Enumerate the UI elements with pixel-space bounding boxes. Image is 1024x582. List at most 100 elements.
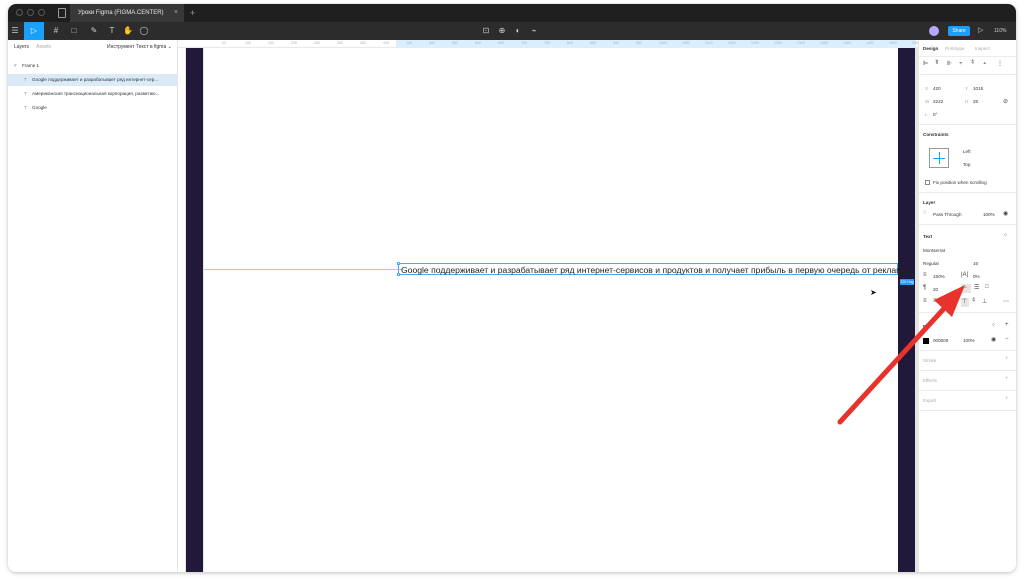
constraints-widget[interactable] bbox=[929, 148, 949, 168]
ruler-tick: 950 bbox=[636, 41, 642, 45]
align-top-icon[interactable]: ⫟ bbox=[959, 60, 963, 67]
layer-text-selected[interactable]: T Google поддерживает и разрабатывает ряд… bbox=[8, 74, 178, 86]
vertical-align-middle-icon[interactable]: ⫩ bbox=[972, 298, 975, 305]
tab-prototype[interactable]: Prototype bbox=[945, 46, 965, 51]
boolean-icon[interactable]: ⊕ bbox=[496, 22, 508, 40]
constraint-vertical[interactable]: Top bbox=[963, 162, 970, 167]
ruler-tick: 1250 bbox=[774, 41, 782, 45]
remove-fill-icon[interactable]: − bbox=[1005, 336, 1009, 342]
distribute-icon[interactable]: ⋮ bbox=[997, 60, 1003, 67]
divider bbox=[919, 56, 1016, 57]
vertical-align-bottom-icon[interactable]: ⊥ bbox=[982, 298, 987, 305]
menu-icon[interactable]: ☰ bbox=[8, 22, 22, 40]
layer-name: Американская транснациональная корпораци… bbox=[32, 91, 160, 96]
selected-text-layer[interactable]: Google поддерживает и разрабатывает ряд … bbox=[397, 262, 911, 276]
text-content[interactable]: Google поддерживает и разрабатывает ряд … bbox=[401, 264, 911, 276]
page-selector[interactable]: Инструмент Текст в figma ⌄ bbox=[107, 44, 172, 50]
window-maximize-dot[interactable] bbox=[38, 9, 45, 16]
fill-styles-icon[interactable]: ⁘ bbox=[991, 322, 996, 329]
add-effect-icon[interactable]: + bbox=[1005, 376, 1009, 382]
tab-file[interactable]: Уроки Figma (FIGMA.CENTER) × bbox=[70, 4, 184, 22]
share-button[interactable]: Share bbox=[948, 26, 970, 36]
frame-1[interactable] bbox=[204, 48, 898, 572]
tab-design[interactable]: Design bbox=[923, 46, 938, 51]
mask-icon[interactable]: ◐ bbox=[512, 22, 524, 40]
window-close-dot[interactable] bbox=[16, 9, 23, 16]
link-icon[interactable]: ⌁ bbox=[528, 22, 540, 40]
comment-tool-icon[interactable]: ◯ bbox=[138, 22, 150, 40]
component-icon[interactable]: ⊡ bbox=[480, 22, 492, 40]
layer-frame[interactable]: # Frame 1 bbox=[8, 60, 178, 72]
layer-text[interactable]: T Google bbox=[8, 102, 178, 114]
vertical-align-top-icon[interactable]: ⊤ bbox=[962, 298, 967, 305]
font-family-select[interactable]: Montserrat bbox=[923, 248, 945, 253]
add-fill-icon[interactable]: + bbox=[1005, 322, 1009, 328]
letter-spacing-field[interactable]: 0% bbox=[973, 274, 980, 279]
add-stroke-icon[interactable]: + bbox=[1005, 356, 1009, 362]
eye-icon[interactable]: ◉ bbox=[1003, 210, 1008, 217]
avatar[interactable] bbox=[929, 26, 939, 36]
auto-width-icon[interactable]: ↔ bbox=[962, 284, 968, 290]
paragraph-spacing-field[interactable]: 20 bbox=[933, 287, 938, 292]
tab-layers[interactable]: Layers bbox=[14, 44, 29, 50]
align-left-icon[interactable]: ⊫ bbox=[923, 60, 928, 67]
fill-opacity-field[interactable]: 100% bbox=[963, 338, 975, 343]
hand-tool-icon[interactable]: ✋ bbox=[122, 22, 134, 40]
fixed-size-icon[interactable]: □ bbox=[985, 284, 989, 290]
present-icon[interactable]: ▷ bbox=[978, 22, 983, 40]
fix-position-label: Fix position when scrolling bbox=[933, 180, 987, 185]
fill-hex-field[interactable]: 000000 bbox=[933, 338, 948, 343]
text-align-right-icon[interactable]: ≡ bbox=[943, 298, 947, 304]
pen-tool-icon[interactable]: ✎ bbox=[86, 22, 102, 40]
y-field[interactable]: 1015 bbox=[973, 86, 983, 91]
resize-handle[interactable] bbox=[397, 262, 400, 265]
add-export-icon[interactable]: + bbox=[1005, 396, 1009, 402]
ruler-tick: 420 bbox=[406, 41, 412, 45]
font-weight-select[interactable]: Regular bbox=[923, 261, 939, 266]
constrain-proportions-icon[interactable]: ⊘ bbox=[1003, 98, 1008, 105]
tab-assets[interactable]: Assets bbox=[36, 44, 51, 50]
text-align-center-icon[interactable]: ≡ bbox=[933, 298, 937, 304]
align-bottom-icon[interactable]: ⫠ bbox=[983, 60, 987, 67]
layer-opacity[interactable]: 100% bbox=[983, 212, 995, 217]
move-tool-icon[interactable]: ▷ bbox=[24, 22, 44, 40]
align-center-icon[interactable]: ⫪ bbox=[935, 60, 938, 67]
rotation-field[interactable]: 0° bbox=[933, 112, 937, 117]
design-panel: Design Prototype Inspect ⊫ ⫪ ⊪ ⫟ ⫩ ⫠ ⋮ X… bbox=[918, 40, 1016, 572]
tab-inspect[interactable]: Inspect bbox=[975, 46, 990, 51]
resize-handle[interactable] bbox=[397, 273, 400, 276]
file-icon[interactable] bbox=[58, 8, 66, 18]
close-icon[interactable]: × bbox=[174, 4, 178, 22]
font-size-field[interactable]: 16 bbox=[973, 261, 978, 266]
text-styles-icon[interactable]: ⁘ bbox=[1003, 232, 1008, 239]
add-tab-icon[interactable]: + bbox=[190, 4, 195, 22]
window-minimize-dot[interactable] bbox=[27, 9, 34, 16]
auto-height-icon[interactable]: ☰ bbox=[974, 284, 979, 291]
eye-icon[interactable]: ◉ bbox=[991, 336, 996, 343]
more-options-icon[interactable]: ⋯ bbox=[1003, 298, 1009, 305]
canvas[interactable]: 60 100 150 200 250 300 350 400 420 500 550 600 650 70… bbox=[178, 40, 918, 572]
shape-tool-icon[interactable]: □ bbox=[66, 22, 82, 40]
align-right-icon[interactable]: ⊪ bbox=[947, 60, 952, 67]
blend-mode-select[interactable]: Pass Through bbox=[933, 212, 962, 217]
zoom-level[interactable]: 110% bbox=[994, 22, 1006, 40]
layer-text[interactable]: T Американская транснациональная корпорац… bbox=[8, 88, 178, 100]
frame-edge-right bbox=[898, 48, 915, 572]
x-field[interactable]: 420 bbox=[933, 86, 941, 91]
h-label: H bbox=[965, 99, 969, 104]
width-field[interactable]: 2222 bbox=[933, 99, 943, 104]
divider bbox=[919, 224, 1016, 225]
align-middle-icon[interactable]: ⫩ bbox=[971, 60, 974, 67]
ruler-tick: 100 bbox=[245, 41, 251, 45]
layer-title: Layer bbox=[923, 200, 936, 205]
fix-position-checkbox[interactable] bbox=[925, 180, 930, 185]
text-tool-icon[interactable]: T bbox=[106, 22, 118, 40]
constraint-horizontal[interactable]: Left bbox=[963, 149, 971, 154]
alignment-guide bbox=[204, 269, 404, 270]
text-align-left-icon[interactable]: ≡ bbox=[923, 298, 927, 304]
frame-tool-icon[interactable]: # bbox=[48, 22, 64, 40]
line-height-field[interactable]: 150% bbox=[933, 274, 945, 279]
frame-icon: # bbox=[14, 63, 17, 68]
height-field[interactable]: 25 bbox=[973, 99, 978, 104]
fill-color-swatch[interactable] bbox=[923, 338, 929, 344]
